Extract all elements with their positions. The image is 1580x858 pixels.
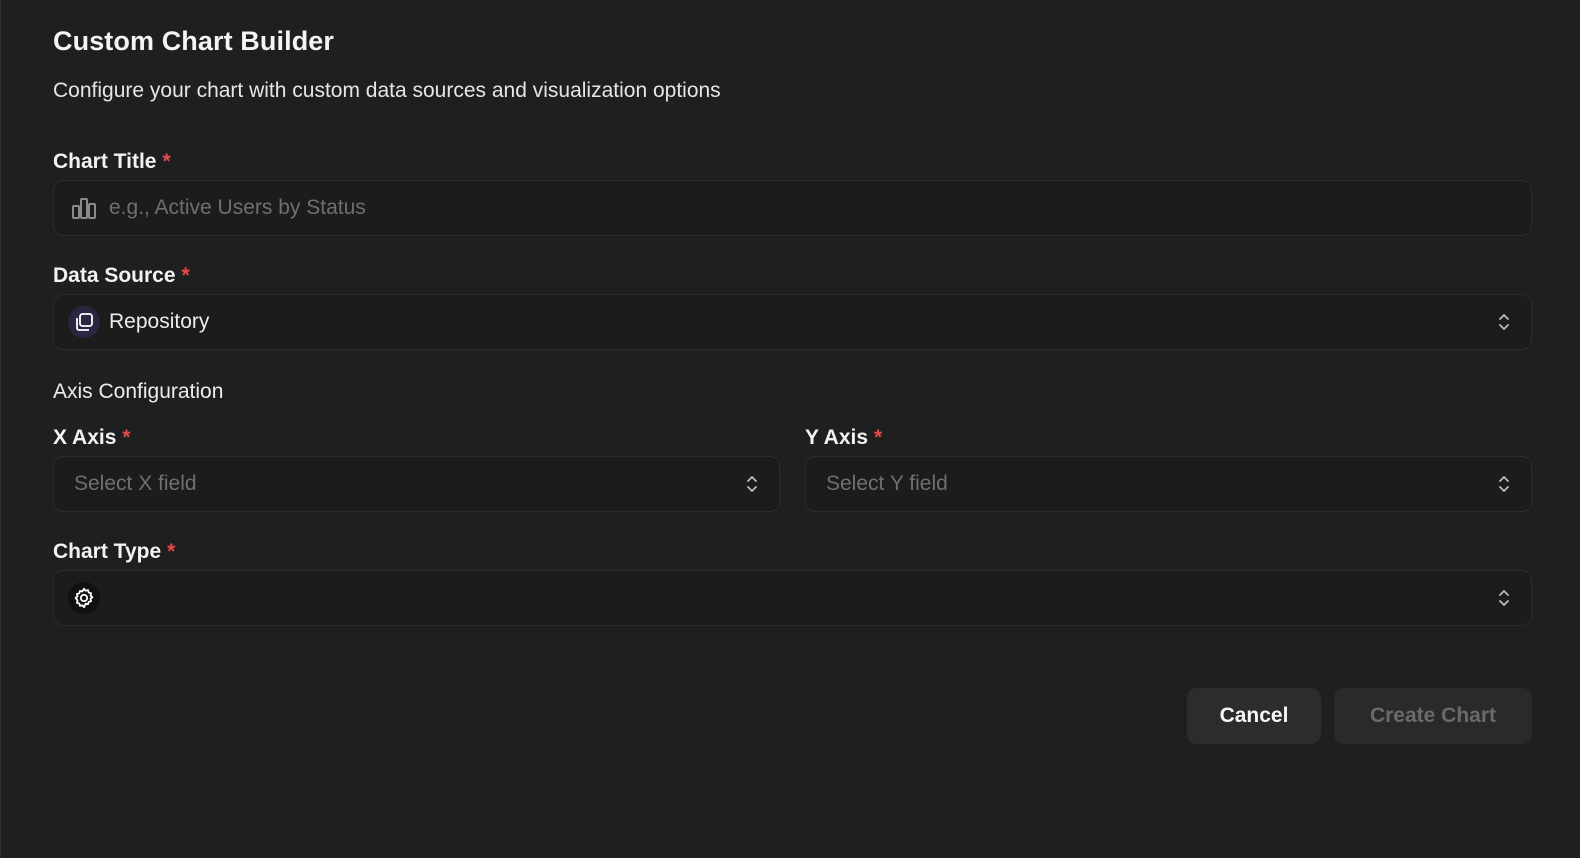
y-axis-placeholder: Select Y field [826, 472, 948, 495]
chevron-up-down-icon [1499, 476, 1509, 492]
bar-chart-icon [68, 192, 100, 224]
data-source-label-text: Data Source [53, 264, 176, 287]
chart-title-label-text: Chart Title [53, 150, 157, 173]
required-mark: * [162, 150, 171, 173]
x-axis-select[interactable]: Select X field [53, 456, 780, 512]
chart-title-placeholder: e.g., Active Users by Status [109, 196, 366, 219]
chart-type-label-text: Chart Type [53, 540, 162, 563]
required-mark: * [874, 426, 883, 449]
x-axis-label: X Axis * [53, 426, 131, 450]
dialog-subtitle: Configure your chart with custom data so… [53, 79, 721, 102]
chart-type-label: Chart Type * [53, 540, 175, 564]
data-source-value: Repository [109, 310, 210, 333]
repository-icon [68, 306, 100, 338]
create-chart-button[interactable]: Create Chart [1334, 688, 1532, 744]
y-axis-label-text: Y Axis [805, 426, 869, 449]
chart-title-input[interactable]: e.g., Active Users by Status [53, 180, 1532, 236]
chevron-up-down-icon [747, 476, 757, 492]
chart-type-badge [68, 582, 100, 614]
chevron-up-down-icon [1499, 314, 1509, 330]
y-axis-label: Y Axis * [805, 426, 882, 450]
axis-configuration-heading: Axis Configuration [53, 380, 224, 403]
cancel-button[interactable]: Cancel [1187, 688, 1321, 744]
data-source-select[interactable]: Repository [53, 294, 1532, 350]
chevron-up-down-icon [1499, 590, 1509, 606]
data-source-label: Data Source * [53, 264, 190, 288]
gear-icon [68, 582, 100, 614]
dialog-title: Custom Chart Builder [53, 26, 335, 56]
repository-badge [68, 306, 100, 338]
y-axis-select[interactable]: Select Y field [805, 456, 1532, 512]
chart-builder-dialog: Custom Chart Builder Configure your char… [0, 0, 1580, 858]
required-mark: * [122, 426, 131, 449]
x-axis-label-text: X Axis [53, 426, 117, 449]
chart-type-select[interactable] [53, 570, 1532, 626]
chart-title-label: Chart Title * [53, 150, 171, 174]
required-mark: * [167, 540, 176, 563]
x-axis-placeholder: Select X field [74, 472, 197, 495]
required-mark: * [181, 264, 190, 287]
